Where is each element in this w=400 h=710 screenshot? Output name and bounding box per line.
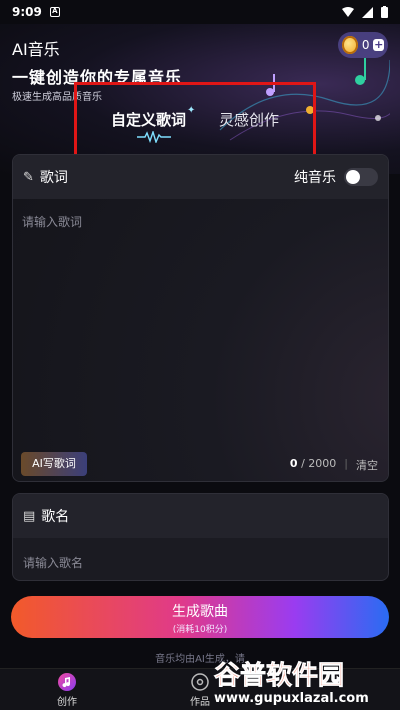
nav-create[interactable]: 创作 [37, 673, 97, 708]
nav-create-label: 创作 [57, 697, 77, 708]
battery-icon [381, 6, 388, 18]
lyrics-title: 歌词 [39, 170, 68, 186]
coin-count: 0 [361, 38, 370, 52]
notification-icon: A [49, 7, 60, 17]
ai-write-lyrics-button[interactable]: AI写歌词 [21, 452, 87, 476]
song-name-card: ▤ 歌名 请输入歌名 [12, 493, 389, 581]
coin-icon [342, 36, 358, 54]
char-max: / 2000 [301, 457, 337, 470]
watermark-logo: 谷普软件园 www.gupuxlazal.com [214, 660, 369, 706]
generate-cost: (消耗10积分) [172, 625, 228, 635]
divider: | [344, 457, 348, 470]
song-name-header: ▤ 歌名 [13, 494, 388, 538]
status-bar: 9:09 A [0, 0, 400, 24]
tab-custom-lyrics[interactable]: 自定义歌词 [111, 109, 186, 130]
status-icons [342, 6, 388, 18]
status-time: 9:09 [12, 5, 42, 19]
lyrics-counter: 0 / 2000 | 清空 [290, 457, 378, 473]
disc-icon [191, 673, 209, 691]
lyrics-textarea[interactable]: 请输入歌词 AI写歌词 0 / 2000 | 清空 [13, 199, 388, 481]
clear-button[interactable]: 清空 [356, 457, 378, 473]
wifi-icon [342, 7, 354, 17]
lyrics-card: ✎ 歌词 纯音乐 请输入歌词 AI写歌词 0 / 2000 | 清空 [12, 154, 389, 482]
song-name-title: 歌名 [41, 509, 70, 525]
document-icon: ▤ [23, 508, 36, 524]
pure-music-label: 纯音乐 [294, 170, 336, 186]
svg-text:www.gupuxlazal.com: www.gupuxlazal.com [214, 691, 369, 706]
svg-text:谷普软件园: 谷普软件园 [214, 660, 344, 691]
sparkle-icon: ✦ [187, 105, 196, 116]
signal-icon [362, 6, 373, 18]
coin-balance[interactable]: 0 + [338, 32, 388, 58]
lyrics-placeholder: 请输入歌词 [22, 215, 83, 229]
song-name-input[interactable]: 请输入歌名 [23, 554, 83, 571]
generate-song-button[interactable]: 生成歌曲 (消耗10积分) [11, 596, 389, 638]
tab-inspiration[interactable]: 灵感创作 [219, 109, 279, 130]
create-music-icon [58, 673, 76, 691]
add-coins-icon[interactable]: + [373, 39, 384, 51]
pure-music-control: 纯音乐 [294, 167, 378, 187]
pure-music-toggle[interactable] [344, 168, 378, 186]
quill-icon: ✎ [23, 169, 34, 185]
lyrics-card-header: ✎ 歌词 纯音乐 [13, 155, 388, 199]
app-title: AI音乐 [12, 40, 60, 59]
generate-label: 生成歌曲 [172, 604, 228, 620]
char-count: 0 [289, 457, 298, 470]
active-tab-wave-icon [137, 131, 171, 143]
